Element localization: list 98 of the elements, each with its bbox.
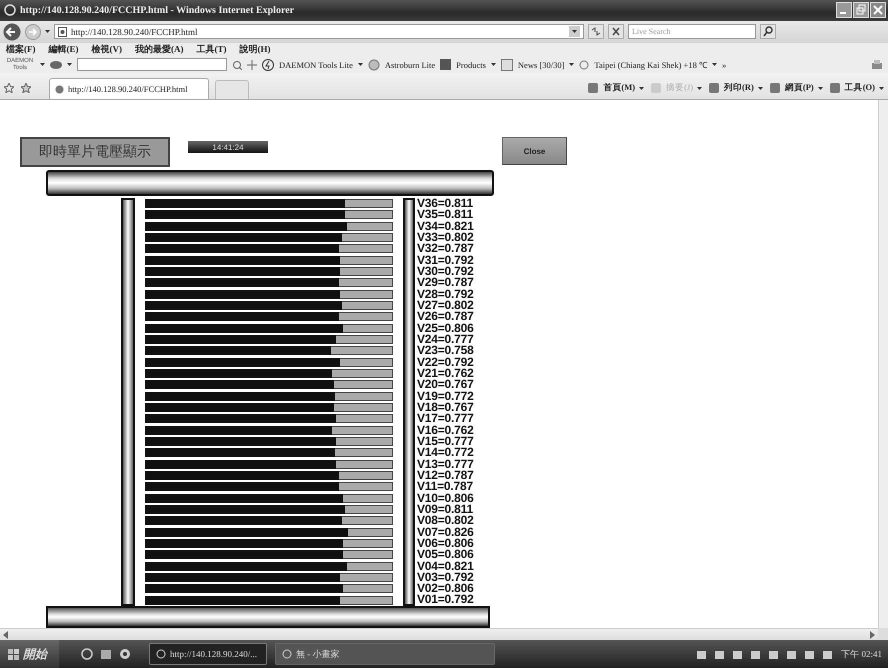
close-button[interactable]: Close (502, 137, 567, 165)
caret-icon[interactable] (818, 86, 823, 90)
command-button[interactable]: 網頁(P) (768, 77, 823, 99)
voltage-reading: V20=0.767 (417, 379, 474, 391)
voltage-reading: V09=0.811 (417, 504, 473, 516)
voltage-reading: V31=0.792 (417, 254, 474, 266)
plus-icon[interactable] (247, 60, 257, 70)
voltage-reading: V11=0.787 (417, 481, 473, 493)
voltage-reading: V13=0.777 (417, 458, 474, 470)
voltage-reading: V35=0.811 (417, 209, 474, 221)
dropdown-icon[interactable] (569, 26, 580, 38)
horizontal-scrollbar[interactable] (0, 628, 878, 640)
stop-icon[interactable] (608, 24, 624, 40)
voltage-reading: V34=0.821 (417, 220, 474, 232)
start-button[interactable]: 開始 (0, 640, 59, 668)
caret-icon[interactable] (67, 63, 72, 66)
clock-display: 14:41:24 (188, 141, 268, 153)
voltage-reading: V22=0.792 (417, 356, 474, 368)
voltage-reading: V25=0.806 (417, 322, 474, 334)
voltage-reading: V24=0.777 (417, 334, 474, 346)
voltage-reading: V27=0.802 (417, 300, 474, 312)
menu-item[interactable]: 編輯(E) (48, 43, 78, 56)
lightning-icon[interactable] (262, 58, 274, 71)
address-field[interactable]: http://140.128.90.240/FCCHP.html (54, 24, 584, 40)
page-title: 即時單片電壓顯示 (20, 137, 170, 167)
toolbar-link[interactable]: Products (456, 60, 486, 70)
voltage-reading: V07=0.826 (417, 526, 474, 538)
voltage-reading: V36=0.811 (417, 198, 474, 210)
menu-item[interactable]: 說明(H) (240, 43, 270, 56)
search-icon[interactable] (760, 24, 776, 40)
voltage-reading: V14=0.772 (417, 447, 474, 459)
caret-icon[interactable] (879, 86, 884, 90)
back-icon[interactable] (3, 22, 21, 41)
voltage-reading: V15=0.777 (417, 436, 474, 448)
voltage-reading: V17=0.777 (417, 413, 474, 425)
menu-item[interactable]: 檔案(F) (6, 43, 36, 56)
voltage-reading: V32=0.787 (417, 243, 474, 255)
command-button[interactable]: 列印(R) (708, 77, 763, 99)
menu-item[interactable]: 我的最愛(A) (135, 43, 184, 56)
menu-item[interactable]: 檢視(V) (92, 43, 122, 56)
browser-icon (4, 4, 16, 16)
voltage-reading: V12=0.787 (417, 470, 474, 482)
voltage-reading: V18=0.767 (417, 402, 474, 414)
restore-icon[interactable] (853, 2, 869, 18)
box-icon[interactable] (440, 59, 452, 70)
voltage-reading: V08=0.802 (417, 515, 474, 527)
refresh-icon[interactable] (588, 24, 604, 40)
caret-icon[interactable] (569, 63, 574, 66)
menu-item[interactable]: 工具(T) (196, 43, 226, 56)
toolbar-link[interactable]: News [30/30] (518, 60, 564, 70)
voltage-reading: V10=0.806 (417, 492, 474, 504)
caret-icon[interactable] (758, 86, 763, 90)
voltage-reading: V05=0.806 (417, 549, 474, 560)
voltage-reading: V06=0.806 (417, 538, 474, 550)
windows-logo-icon (8, 648, 19, 660)
caret-icon[interactable] (639, 86, 644, 90)
window-title: http://140.128.90.240/FCCHP.html - Windows Internet Explorer (20, 4, 296, 16)
command-button[interactable]: 首頁(M) (587, 77, 644, 99)
voltage-reading: V29=0.787 (417, 277, 474, 289)
browser-tab[interactable]: http://140.128.90.240/FCCHP.html (49, 78, 209, 99)
favorites-star-icon[interactable] (4, 83, 14, 93)
search-field[interactable]: Live Search (628, 24, 756, 40)
voltage-reading: V04=0.821 (417, 560, 474, 572)
voltage-reading: V02=0.806 (417, 583, 474, 594)
taskbar-window-button[interactable]: http://140.128.90.240/... (149, 643, 267, 665)
voltage-reading: V26=0.787 (417, 311, 474, 323)
toolbar-link[interactable]: Taipei (Chiang Kai Shek) +18 ℃ (594, 59, 707, 70)
browser-icon (156, 649, 166, 659)
browser-icon[interactable] (81, 648, 93, 660)
add-favorite-icon[interactable] (21, 83, 31, 93)
voltage-reading: V16=0.762 (417, 424, 474, 436)
voltage-reading: V28=0.792 (417, 288, 474, 300)
toolbar-link[interactable]: Astroburn Lite (384, 60, 436, 70)
voltage-reading: V30=0.792 (417, 266, 474, 278)
taskbar-clock: 下午 02:41 (841, 648, 882, 660)
command-button[interactable]: 工具(O) (828, 77, 884, 99)
minimize-icon[interactable] (836, 2, 852, 18)
scrollbar-corner (878, 628, 888, 640)
toolbar-link[interactable]: DAEMON Tools Lite (279, 60, 353, 70)
voltage-reading: V19=0.772 (417, 390, 474, 402)
vertical-scrollbar[interactable] (878, 100, 888, 628)
magnifier-icon[interactable] (232, 60, 242, 70)
scroll-left-icon[interactable] (3, 630, 8, 638)
caret-icon[interactable] (45, 30, 50, 34)
toolbar-search-field[interactable] (77, 58, 227, 72)
voltage-reading: V21=0.762 (417, 368, 474, 380)
close-icon[interactable] (870, 2, 886, 18)
voltage-reading: V01=0.792 (417, 594, 474, 606)
more-button[interactable]: » (722, 60, 726, 70)
caret-icon[interactable] (490, 63, 496, 66)
voltage-reading: V23=0.758 (417, 345, 474, 357)
taskbar-window-button[interactable]: 無 - 小畫家 (275, 643, 495, 665)
caret-icon[interactable] (40, 63, 45, 66)
caret-icon[interactable] (712, 63, 717, 66)
caret-icon[interactable] (358, 63, 363, 66)
voltage-reading: V03=0.792 (417, 572, 474, 584)
voltage-reading: V33=0.802 (417, 232, 474, 244)
scroll-right-icon[interactable] (870, 630, 875, 638)
